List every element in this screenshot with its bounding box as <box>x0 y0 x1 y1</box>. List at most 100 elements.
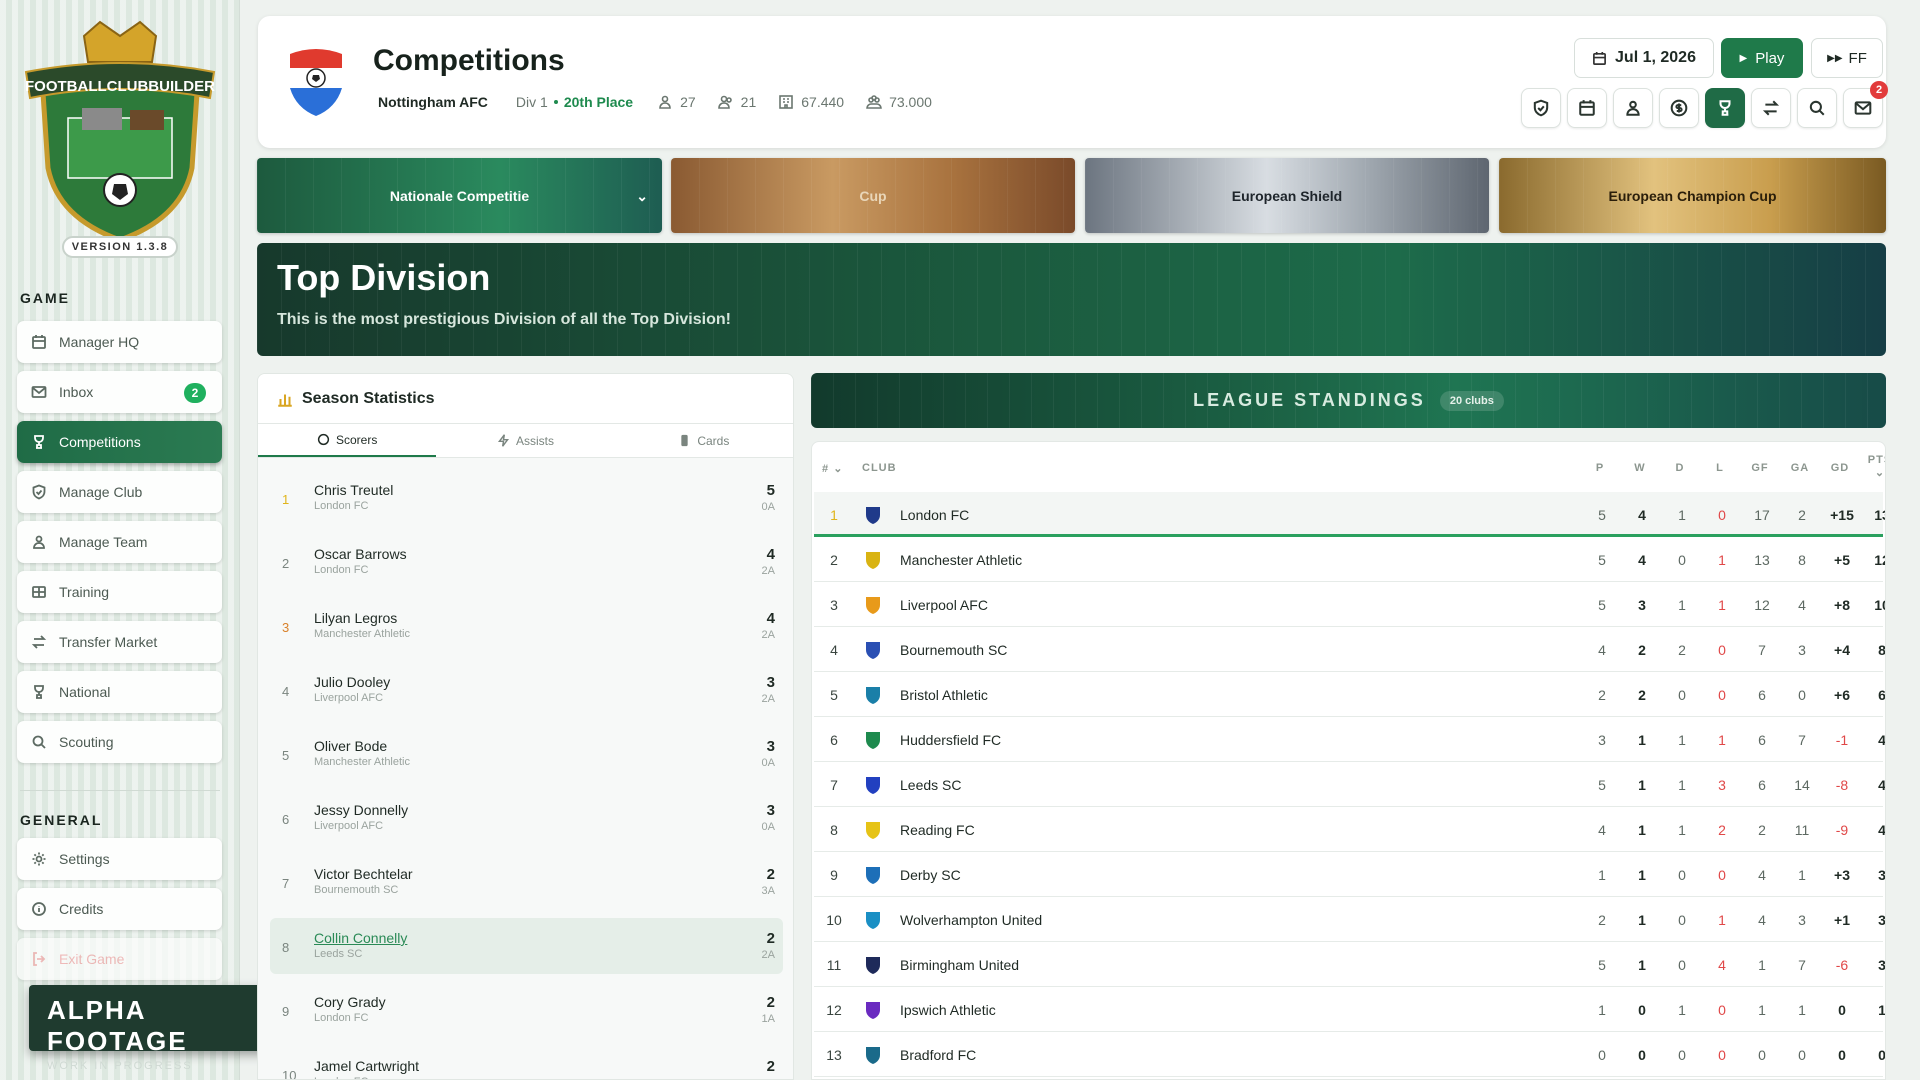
tab-scorers[interactable]: Scorers <box>258 424 437 457</box>
sidebar-item-inbox[interactable]: Inbox 2 <box>17 371 222 413</box>
table-row[interactable]: 7 Leeds SC 5 1 1 3 6 14 -8 4 <box>814 762 1885 807</box>
cell-l: 0 <box>1718 867 1726 883</box>
cell-ga: 4 <box>1798 597 1806 613</box>
cell-l: 3 <box>1718 777 1726 793</box>
cell-ga: 7 <box>1798 957 1806 973</box>
sidebar-item-manager-hq[interactable]: Manager HQ <box>17 321 222 363</box>
sidebar-item-scouting[interactable]: Scouting <box>17 721 222 763</box>
cell-w: 0 <box>1638 1002 1646 1018</box>
table-row[interactable]: 8 Reading FC 4 1 1 2 2 11 -9 4 <box>814 807 1886 852</box>
stat-fans: 73.000 <box>866 94 932 110</box>
sidebar-item-training[interactable]: Training <box>17 571 222 613</box>
col-w[interactable]: W <box>1625 462 1655 474</box>
scorer-row[interactable]: 9 Cory Grady London FC 2 1A <box>270 982 783 1038</box>
sidebar-item-credits[interactable]: Credits <box>17 888 222 930</box>
fast-forward-button[interactable]: ▶▶ FF <box>1811 38 1883 78</box>
col-pos[interactable]: # ⌄ <box>822 462 843 475</box>
table-row[interactable]: 3 Liverpool AFC 5 3 1 1 12 4 +8 10 <box>814 582 1885 627</box>
scorer-row[interactable]: 1 Chris Treutel London FC 5 0A <box>270 470 783 526</box>
tab-cup[interactable]: Cup <box>671 158 1075 233</box>
sidebar-item-manage-club[interactable]: Manage Club <box>17 471 222 513</box>
scorer-row[interactable]: 5 Oliver Bode Manchester Athletic 3 0A <box>270 726 783 782</box>
col-gf[interactable]: GF <box>1745 462 1775 474</box>
sidebar-item-competitions[interactable]: Competitions <box>17 421 222 463</box>
scorer-rank: 5 <box>282 748 290 763</box>
search-button[interactable] <box>1797 88 1837 128</box>
inbox-button[interactable]: 2 <box>1843 81 1888 128</box>
tab-label: European Shield <box>1231 187 1343 204</box>
table-row[interactable]: 9 Derby SC 1 1 0 0 4 1 +3 3 <box>814 852 1885 897</box>
tab-nationale-competitie[interactable]: Nationale Competitie ⌄ <box>257 158 662 233</box>
table-row[interactable]: 6 Huddersfield FC 3 1 1 1 6 7 -1 4 <box>814 717 1885 762</box>
scorer-name: Oliver Bode <box>314 738 388 754</box>
scorer-assists: 3A <box>761 885 775 897</box>
calendar-button[interactable] <box>1567 88 1607 128</box>
sidebar-item-settings[interactable]: Settings <box>17 838 222 880</box>
col-pts[interactable]: PTS⌄ <box>1865 454 1885 479</box>
shield-icon <box>32 484 46 500</box>
tab-european-champion-cup[interactable]: European Champion Cup <box>1499 158 1886 233</box>
tab-cards[interactable]: Cards <box>615 424 793 457</box>
scorer-row[interactable]: 3 Lilyan Legros Manchester Athletic 4 2A <box>270 598 783 654</box>
table-row[interactable]: 12 Ipswich Athletic 1 0 1 0 1 1 0 1 <box>814 987 1885 1032</box>
cell-w: 2 <box>1638 687 1646 703</box>
tab-assists[interactable]: Assists <box>436 424 614 457</box>
scorer-row[interactable]: 10 Jamel Cartwright London FC 2 <box>270 1046 783 1079</box>
play-button[interactable]: ▶ Play <box>1721 38 1803 78</box>
table-row[interactable]: 4 Bournemouth SC 4 2 2 0 7 3 +4 8 <box>814 627 1885 672</box>
finance-button[interactable] <box>1659 88 1699 128</box>
cell-l: 0 <box>1718 507 1726 523</box>
row-position: 6 <box>830 732 838 748</box>
table-row[interactable]: 5 Bristol Athletic 2 2 0 0 6 0 +6 6 <box>814 672 1885 717</box>
sidebar-item-national[interactable]: National <box>17 671 222 713</box>
scorer-row[interactable]: 8 Collin Connelly Leeds SC 2 2A <box>270 918 783 974</box>
competitions-button[interactable] <box>1705 88 1745 128</box>
scorer-name[interactable]: Collin Connelly <box>314 930 407 946</box>
division-title: Top Division <box>277 257 491 298</box>
col-d[interactable]: D <box>1665 462 1695 474</box>
team-button[interactable] <box>1613 88 1653 128</box>
sidebar-item-label: Training <box>59 584 110 600</box>
col-ga[interactable]: GA <box>1785 462 1815 474</box>
calendar-icon <box>1579 100 1595 116</box>
version-badge: VERSION 1.3.8 <box>62 236 178 258</box>
cell-gf: 4 <box>1758 912 1766 928</box>
sidebar-item-exit-game[interactable]: Exit Game <box>17 938 222 980</box>
sidebar-item-manage-team[interactable]: Manage Team <box>17 521 222 563</box>
scorer-row[interactable]: 4 Julio Dooley Liverpool AFC 3 2A <box>270 662 783 718</box>
club-shield-button[interactable] <box>1521 88 1561 128</box>
table-row[interactable]: 1 London FC 5 4 1 0 17 2 +15 13 <box>814 492 1885 537</box>
transfers-button[interactable] <box>1751 88 1791 128</box>
scorer-row[interactable]: 2 Oscar Barrows London FC 4 2A <box>270 534 783 590</box>
stats-tabs: Scorers Assists Cards <box>258 424 793 458</box>
tab-european-shield[interactable]: European Shield <box>1085 158 1489 233</box>
col-p[interactable]: P <box>1585 462 1615 474</box>
league-place: 20th Place <box>563 94 634 110</box>
table-row[interactable]: 10 Wolverhampton United 2 1 0 1 4 3 +1 3 <box>814 897 1885 942</box>
cell-pts: 4 <box>1878 822 1886 838</box>
col-club[interactable]: CLUB <box>862 462 897 474</box>
club-crest-icon <box>866 1002 880 1019</box>
players-icon <box>717 95 732 109</box>
cell-ga: 0 <box>1798 687 1806 703</box>
col-gd[interactable]: GD <box>1825 462 1855 474</box>
col-l[interactable]: L <box>1705 462 1735 474</box>
sidebar-item-label: Transfer Market <box>59 634 158 650</box>
inbox-count-badge: 2 <box>184 383 206 403</box>
cell-p: 5 <box>1598 777 1606 793</box>
scorer-row[interactable]: 6 Jessy Donnelly Liverpool AFC 3 0A <box>270 790 783 846</box>
table-row[interactable]: 11 Birmingham United 5 1 0 4 1 7 -6 3 <box>814 942 1885 987</box>
tab-label: Cup <box>859 187 887 204</box>
scorer-goals: 2 <box>766 1058 775 1075</box>
cell-w: 1 <box>1638 822 1646 838</box>
dollar-icon <box>1670 99 1688 117</box>
cell-w: 1 <box>1638 912 1646 928</box>
scorer-row[interactable]: 7 Victor Bechtelar Bournemouth SC 2 3A <box>270 854 783 910</box>
club-name: Bradford FC <box>900 1047 977 1063</box>
cell-ga: 3 <box>1798 912 1806 928</box>
table-row[interactable]: 13 Bradford FC 0 0 0 0 0 0 0 0 <box>814 1032 1885 1077</box>
club-name: Reading FC <box>900 822 975 838</box>
current-date-button[interactable]: Jul 1, 2026 <box>1574 38 1714 78</box>
table-row[interactable]: 2 Manchester Athletic 5 4 0 1 13 8 +5 12 <box>814 537 1885 582</box>
sidebar-item-transfer-market[interactable]: Transfer Market <box>17 621 222 663</box>
